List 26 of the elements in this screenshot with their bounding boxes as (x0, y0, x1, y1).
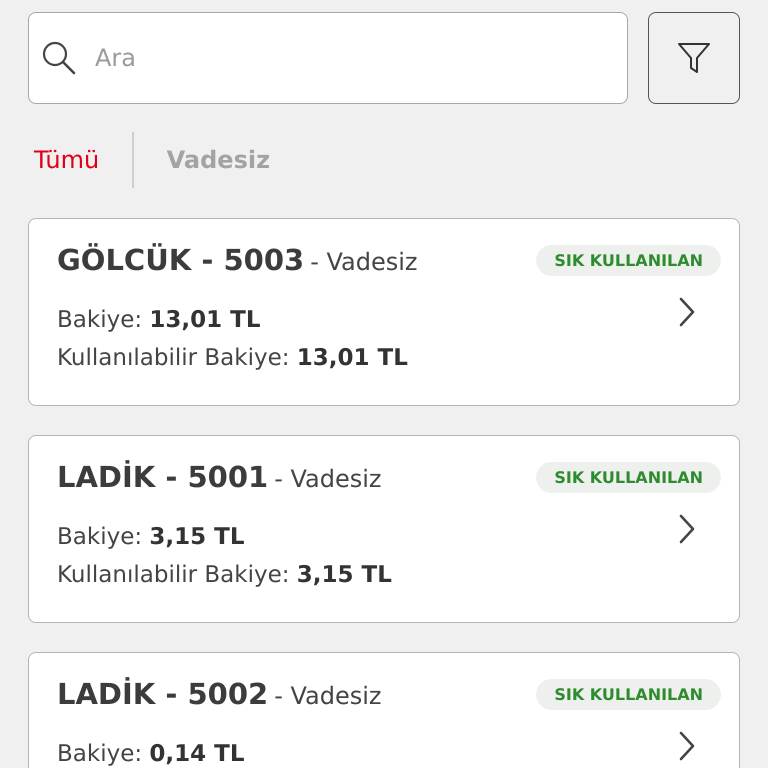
filter-icon (676, 40, 712, 76)
account-title: LADİK - 5001 (57, 460, 268, 494)
frequent-tag: SIK KULLANILAN (536, 244, 721, 276)
account-type: - Vadesiz (274, 682, 382, 710)
account-type: - Vadesiz (310, 248, 418, 276)
chevron-right-icon (679, 514, 695, 544)
balance-text: Bakiye: 0,14 TL (57, 741, 245, 767)
account-title: LADİK - 5002 (57, 677, 268, 711)
frequent-tag: SIK KULLANILAN (536, 678, 721, 710)
account-type: - Vadesiz (274, 465, 382, 493)
chevron-right-icon (679, 731, 695, 761)
balance-text: Bakiye: 13,01 TL (57, 307, 261, 333)
filter-button[interactable] (648, 12, 740, 104)
account-card[interactable]: GÖLCÜK - 5003 - Vadesiz SIK KULLANILAN Bakiye: 13,01 TL Kullanılabilir Bakiye: 13,01 TL (28, 218, 740, 406)
search-icon (41, 40, 77, 76)
account-title: GÖLCÜK - 5003 (57, 243, 304, 277)
frequent-tag: SIK KULLANILAN (536, 462, 721, 492)
account-card[interactable]: LADİK - 5001 - Vadesiz SIK KULLANILAN Bakiye: 3,15 TL Kullanılabilir Bakiye: 3,15 TL (28, 435, 740, 623)
tab[interactable]: Tümü (28, 146, 132, 174)
available-balance-text: Kullanılabilir Bakiye: 3,15 TL (57, 562, 392, 588)
search-input[interactable]: Ara (93, 43, 615, 73)
chevron-right-icon (679, 297, 695, 327)
account-card[interactable]: LADİK - 5002 - Vadesiz SIK KULLANILAN Bakiye: 0,14 TL (28, 652, 740, 768)
available-balance-text: Kullanılabilir Bakiye: 13,01 TL (57, 345, 408, 371)
search-field[interactable]: Ara (28, 12, 628, 104)
balance-text: Bakiye: 3,15 TL (57, 524, 245, 550)
